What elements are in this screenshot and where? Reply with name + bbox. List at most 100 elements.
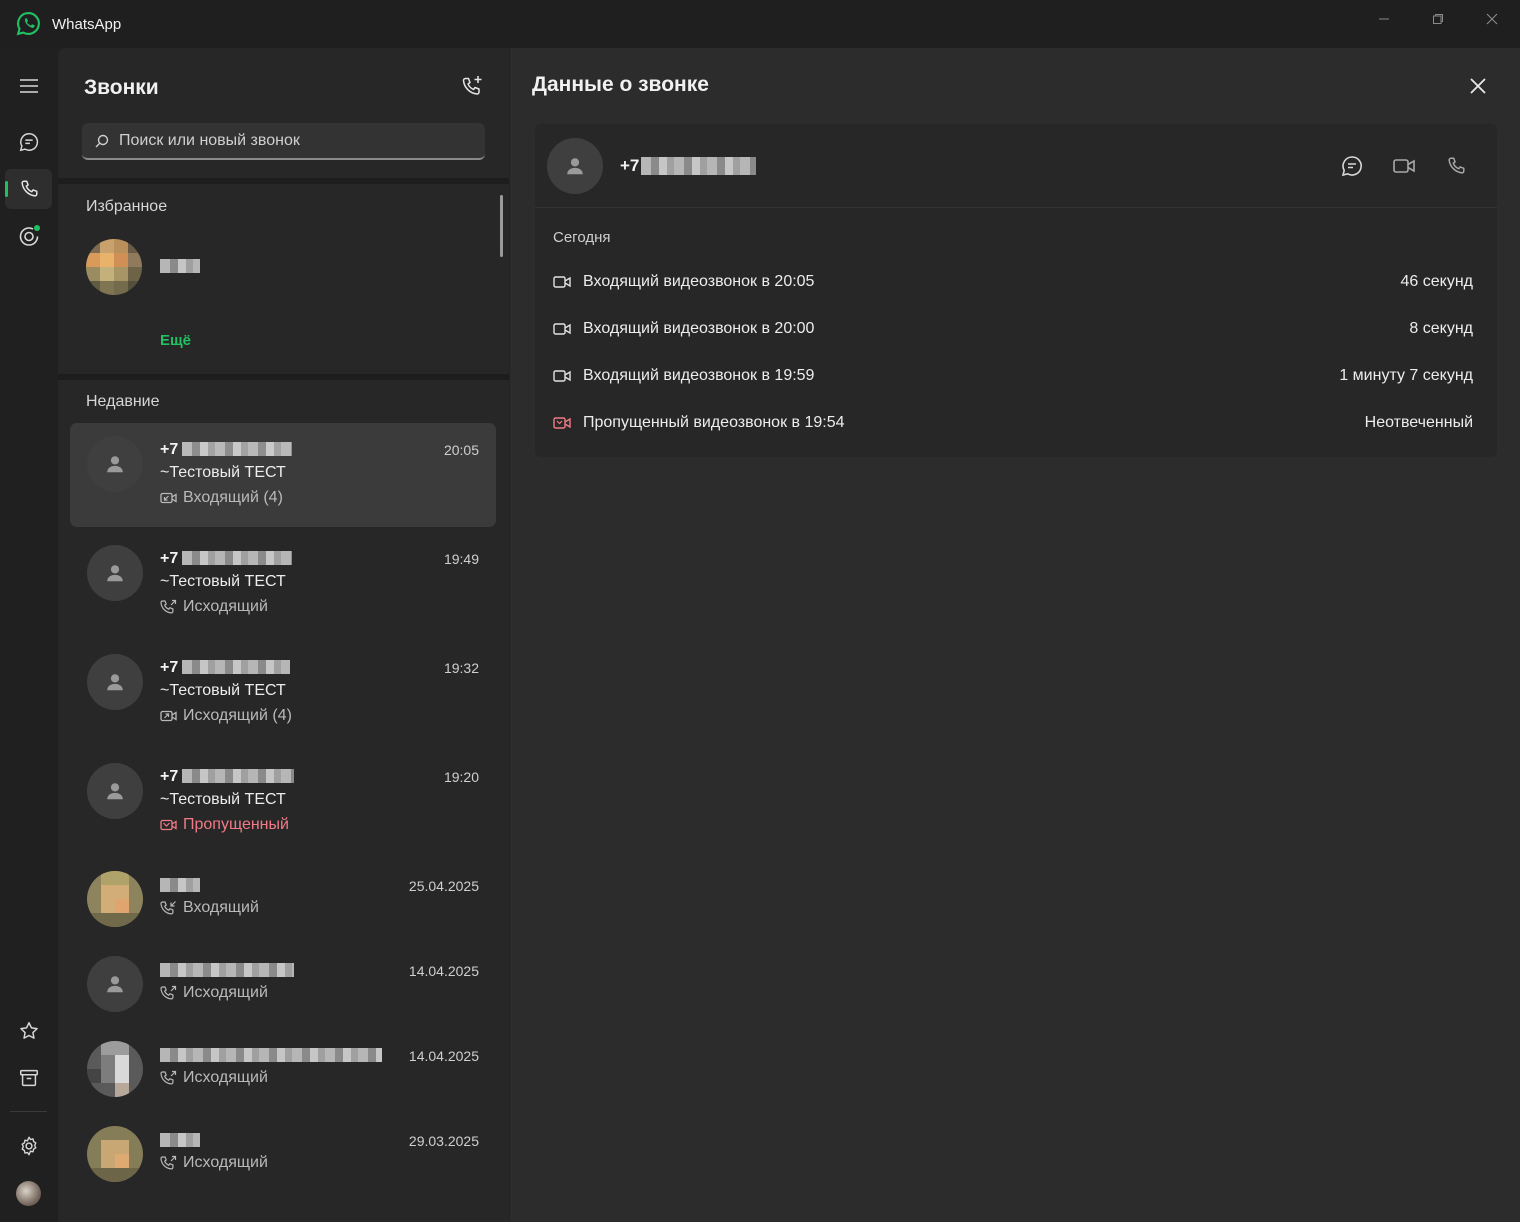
- new-call-icon[interactable]: [460, 74, 484, 98]
- person-icon: [107, 456, 123, 473]
- call-type: Исходящий: [160, 984, 268, 1002]
- call-log-duration: 8 секунд: [1409, 320, 1473, 337]
- section-divider: [58, 178, 509, 184]
- call-type-label: Исходящий: [183, 598, 268, 615]
- person-icon: [107, 783, 123, 800]
- profile-avatar[interactable]: [16, 1181, 41, 1206]
- call-contact-name: ~Тестовый ТЕСТ: [160, 682, 286, 699]
- redacted-number: [182, 442, 292, 456]
- calls-icon: [20, 180, 38, 197]
- call-number: +7: [160, 768, 179, 785]
- call-row[interactable]: +7 ~Тестовый ТЕСТ Пропущенный 19:20: [70, 750, 496, 854]
- voice-call-icon: [1448, 157, 1465, 174]
- call-log-duration: 1 минуту 7 секунд: [1339, 367, 1473, 384]
- redacted-contact-name: [160, 963, 294, 977]
- settings-nav-button[interactable]: [5, 1126, 52, 1166]
- call-row[interactable]: Исходящий 29.03.2025: [70, 1114, 496, 1199]
- call-row[interactable]: Исходящий 14.04.2025: [70, 1029, 496, 1114]
- video-outgoing-icon: [160, 710, 177, 722]
- redacted-number: [182, 769, 294, 783]
- favorites-label: Избранное: [86, 198, 168, 215]
- call-row[interactable]: +7 ~Тестовый ТЕСТ Исходящий (4) 19:32: [70, 641, 496, 745]
- call-time: 29.03.2025: [408, 1133, 479, 1149]
- redacted-number: [641, 157, 756, 175]
- starred-nav-button[interactable]: [5, 1011, 52, 1051]
- day-label: Сегодня: [553, 229, 611, 246]
- menu-button[interactable]: [5, 66, 52, 106]
- navigation-rail: [0, 48, 58, 1222]
- video-call-button[interactable]: [1391, 153, 1417, 179]
- search-icon: [95, 134, 109, 147]
- minimize-icon: [1379, 18, 1389, 20]
- person-icon: [107, 674, 123, 691]
- video-call-icon: [1393, 159, 1415, 173]
- redacted-number: [182, 551, 292, 565]
- voice-call-button[interactable]: [1443, 153, 1469, 179]
- contact-header: +7: [535, 124, 1497, 208]
- voice-outgoing-icon: [160, 1070, 177, 1085]
- call-log-entry: Входящий видеозвонок в 20:05 46 секунд: [553, 267, 1473, 297]
- call-number: +7: [160, 659, 179, 676]
- close-window-button[interactable]: [1472, 8, 1512, 30]
- voice-outgoing-icon: [160, 1155, 177, 1170]
- call-row[interactable]: Исходящий 14.04.2025: [70, 944, 496, 1029]
- call-time: 19:49: [443, 551, 479, 567]
- search-placeholder: Поиск или новый звонок: [119, 131, 300, 149]
- call-log-text: Входящий видеозвонок в 20:05: [583, 273, 815, 290]
- video-missed-icon: [553, 417, 571, 429]
- call-time: 19:32: [443, 660, 479, 676]
- section-divider: [58, 374, 509, 380]
- call-row[interactable]: Входящий 25.04.2025: [70, 859, 496, 944]
- voice-outgoing-icon: [160, 985, 177, 1000]
- call-contact-name: ~Тестовый ТЕСТ: [160, 464, 286, 481]
- pixelated-avatar-image: [87, 1126, 143, 1182]
- call-log-duration: 46 секунд: [1400, 273, 1474, 290]
- close-icon: [1486, 13, 1498, 25]
- favorites-more-link[interactable]: Ещё: [160, 332, 191, 349]
- call-time: 19:20: [443, 769, 479, 785]
- favorite-contact-avatar[interactable]: [86, 239, 142, 295]
- call-type-label: Исходящий: [183, 1069, 268, 1086]
- scrollbar-thumb[interactable]: [500, 195, 503, 257]
- video-incoming-icon: [160, 492, 177, 504]
- archive-nav-button[interactable]: [5, 1058, 52, 1098]
- calls-panel: Звонки Поиск или новый звонок Избранное …: [58, 48, 509, 1222]
- call-time: 25.04.2025: [408, 878, 479, 894]
- search-input[interactable]: Поиск или новый звонок: [82, 123, 485, 160]
- call-type-label: Исходящий (4): [183, 707, 292, 724]
- calls-nav-button[interactable]: [5, 169, 52, 209]
- archive-icon: [19, 1069, 38, 1087]
- contact-number: +7: [620, 156, 640, 175]
- redacted-contact-name: [160, 878, 200, 892]
- pixelated-avatar-image: [87, 1041, 143, 1097]
- call-type-label: Пропущенный: [183, 816, 289, 833]
- app-title: WhatsApp: [52, 16, 122, 33]
- chats-nav-button[interactable]: [5, 122, 52, 162]
- contact-avatar: [87, 871, 143, 927]
- status-icon: [19, 225, 40, 246]
- restore-icon: [1433, 14, 1443, 24]
- chat-icon: [1341, 156, 1362, 177]
- call-contact-name: ~Тестовый ТЕСТ: [160, 791, 286, 808]
- video-missed-icon: [160, 819, 177, 831]
- call-row[interactable]: +7 ~Тестовый ТЕСТ Входящий (4) 20:05: [70, 423, 496, 527]
- close-icon[interactable]: [1466, 74, 1490, 98]
- call-type-label: Входящий: [183, 899, 259, 916]
- call-log-text: Входящий видеозвонок в 19:59: [583, 367, 815, 384]
- video-icon: [553, 370, 571, 382]
- whatsapp-logo-icon: [16, 12, 40, 36]
- maximize-button[interactable]: [1418, 8, 1458, 30]
- call-type: Исходящий: [160, 1069, 268, 1087]
- contact-avatar: [87, 1126, 143, 1182]
- default-avatar: [87, 956, 143, 1012]
- call-time: 14.04.2025: [408, 1048, 479, 1064]
- call-type-label: Исходящий: [183, 984, 268, 1001]
- status-nav-button[interactable]: [5, 216, 52, 256]
- call-type: Входящий: [160, 899, 259, 917]
- minimize-button[interactable]: [1364, 8, 1404, 30]
- chat-button[interactable]: [1339, 153, 1365, 179]
- call-row[interactable]: +7 ~Тестовый ТЕСТ Исходящий 19:49: [70, 532, 496, 636]
- title-bar: WhatsApp: [0, 0, 1520, 48]
- call-type: Исходящий: [160, 598, 268, 616]
- recent-label: Недавние: [86, 393, 160, 410]
